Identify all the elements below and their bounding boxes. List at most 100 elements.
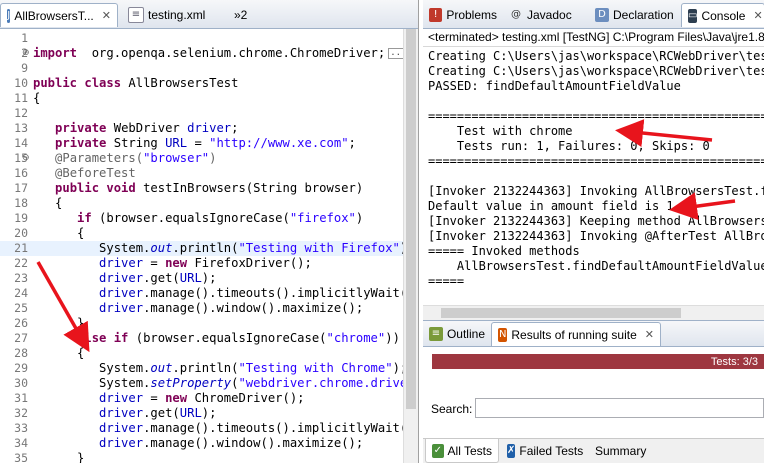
editor-vertical-scrollbar[interactable] bbox=[403, 29, 418, 463]
code-token: public class bbox=[33, 76, 122, 90]
code-line[interactable]: 27 else if (browser.equalsIgnoreCase("ch… bbox=[0, 331, 418, 346]
code-token: private bbox=[55, 136, 107, 150]
tab-testing-xml[interactable]: ≡ testing.xml bbox=[122, 3, 227, 27]
code-token: driver bbox=[99, 271, 144, 285]
code-line[interactable]: 19 if (browser.equalsIgnoreCase("firefox… bbox=[0, 211, 418, 226]
code-token: .manage().timeouts().implicitlyWait( bbox=[143, 286, 408, 300]
code-text: } bbox=[33, 451, 84, 463]
tab-problems[interactable]: ! Problems bbox=[423, 3, 503, 27]
code-line[interactable]: 34 driver.manage().window().maximize(); bbox=[0, 436, 418, 451]
code-token: "chrome" bbox=[326, 331, 386, 345]
code-token: .println( bbox=[172, 241, 239, 255]
tab-summary[interactable]: Summary bbox=[589, 439, 649, 463]
code-token: "http://www.xe.com" bbox=[209, 136, 349, 150]
declaration-icon: D bbox=[595, 8, 609, 22]
tab-console[interactable]: ▭ Console ✕ bbox=[681, 3, 764, 27]
code-line[interactable]: 15 ⊖ @Parameters("browser") bbox=[0, 151, 418, 166]
close-icon[interactable]: ✕ bbox=[753, 9, 762, 22]
scrollbar-thumb[interactable] bbox=[441, 308, 681, 318]
code-line[interactable]: 22 driver = new FirefoxDriver(); bbox=[0, 256, 418, 271]
code-text: { bbox=[33, 196, 62, 211]
line-number: 22 bbox=[14, 256, 28, 270]
code-line[interactable]: 2 ⊕ import org.openqa.selenium.chrome.Chro… bbox=[0, 46, 418, 61]
code-line[interactable]: 24 driver.manage().timeouts().implicitly… bbox=[0, 286, 418, 301]
code-text: driver.manage().timeouts().implicitlyWai… bbox=[33, 286, 407, 301]
line-number: 20 bbox=[14, 226, 28, 240]
tab-javadoc[interactable]: @ Javadoc bbox=[503, 3, 589, 27]
code-line[interactable]: 13 private WebDriver driver; bbox=[0, 121, 418, 136]
code-line[interactable]: 35 } bbox=[0, 451, 418, 463]
code-token: driver bbox=[99, 421, 144, 435]
code-line[interactable]: 10 public class AllBrowsersTest bbox=[0, 76, 418, 91]
tab-results-of-running-suite[interactable]: N Results of running suite ✕ bbox=[491, 322, 661, 346]
code-editor[interactable]: 1 2 ⊕ import org.openqa.selenium.chrome.Chr… bbox=[0, 29, 418, 463]
code-token: System. bbox=[33, 241, 151, 255]
code-token: )) bbox=[385, 331, 400, 345]
more-tabs-button[interactable]: »2 bbox=[228, 3, 258, 27]
tab-allbrowserstest[interactable]: J AllBrowsersT... ✕ bbox=[0, 3, 118, 27]
console-horizontal-scrollbar[interactable] bbox=[423, 305, 764, 320]
tab-declaration[interactable]: D Declaration bbox=[589, 3, 681, 27]
close-icon[interactable]: ✕ bbox=[645, 328, 654, 341]
code-line[interactable]: 23 driver.get(URL); bbox=[0, 271, 418, 286]
code-line[interactable]: 32 driver.get(URL); bbox=[0, 406, 418, 421]
code-token: } bbox=[33, 451, 85, 463]
code-line[interactable]: 21 System.out.println("Testing with Fire… bbox=[0, 241, 418, 256]
code-line[interactable]: 11 { bbox=[0, 91, 418, 106]
editor-pane: J AllBrowsersT... ✕ ≡ testing.xml »2 1 2 ⊕… bbox=[0, 0, 419, 463]
tab-outline[interactable]: ≡ Outline bbox=[423, 322, 491, 346]
code-line[interactable]: 20 { bbox=[0, 226, 418, 241]
code-line[interactable]: 16 @BeforeTest bbox=[0, 166, 418, 181]
code-line[interactable]: 33 driver.manage().timeouts().implicitly… bbox=[0, 421, 418, 436]
code-token: .manage().timeouts().implicitlyWait( bbox=[143, 421, 408, 435]
scrollbar-thumb[interactable] bbox=[406, 29, 416, 409]
line-number: 25 bbox=[14, 301, 28, 315]
search-input[interactable] bbox=[475, 398, 764, 418]
code-token: .manage().window().maximize(); bbox=[143, 301, 364, 315]
code-line[interactable]: 17 public void testInBrowsers(String bro… bbox=[0, 181, 418, 196]
code-token: ); bbox=[201, 271, 217, 285]
problems-icon: ! bbox=[429, 8, 443, 22]
tab-failed-tests[interactable]: ✗ Failed Tests bbox=[501, 439, 589, 463]
code-token: driver bbox=[99, 286, 144, 300]
code-token: @BeforeTest bbox=[55, 166, 136, 180]
close-icon[interactable]: ✕ bbox=[102, 9, 111, 22]
fold-toggle-icon[interactable]: ⊖ bbox=[22, 151, 30, 166]
code-text: { bbox=[33, 91, 40, 106]
code-line[interactable]: 31 driver = new ChromeDriver(); bbox=[0, 391, 418, 406]
line-number: 16 bbox=[14, 166, 28, 180]
code-line[interactable]: 18 { bbox=[0, 196, 418, 211]
code-token: System. bbox=[33, 376, 151, 390]
code-line[interactable]: 26 } bbox=[0, 316, 418, 331]
console-output[interactable]: Creating C:\Users\jas\workspace\RCWebDri… bbox=[423, 47, 764, 319]
code-line[interactable]: 28 { bbox=[0, 346, 418, 361]
line-number: 14 bbox=[14, 136, 28, 150]
code-line[interactable]: 12 bbox=[0, 106, 418, 121]
more-tabs-label: »2 bbox=[234, 8, 248, 22]
code-line[interactable]: 14 private String URL = "http://www.xe.c… bbox=[0, 136, 418, 151]
tab-label: Results of running suite bbox=[511, 327, 637, 342]
code-token: new bbox=[165, 256, 188, 270]
code-text: driver = new ChromeDriver(); bbox=[33, 391, 304, 406]
code-line[interactable]: 1 bbox=[0, 31, 418, 46]
line-number: 29 bbox=[14, 361, 28, 375]
code-token: System. bbox=[33, 361, 151, 375]
line-number: 23 bbox=[14, 271, 28, 285]
tab-label: Problems bbox=[446, 8, 497, 22]
tab-all-tests[interactable]: ✓ All Tests bbox=[425, 439, 499, 463]
code-text: System.out.println("Testing with Chrome"… bbox=[33, 361, 407, 376]
code-line[interactable]: 25 driver.manage().window().maximize(); bbox=[0, 301, 418, 316]
console-line: Creating C:\Users\jas\workspace\RCWebDri… bbox=[428, 49, 764, 63]
fold-toggle-icon[interactable]: ⊕ bbox=[22, 46, 30, 61]
code-line[interactable]: 9 bbox=[0, 61, 418, 76]
code-line[interactable]: 30 System.setProperty("webdriver.chrome.… bbox=[0, 376, 418, 391]
code-token: } bbox=[33, 316, 85, 330]
tab-label: Javadoc bbox=[527, 8, 572, 22]
code-text: } bbox=[33, 316, 84, 331]
code-text: driver.get(URL); bbox=[33, 271, 216, 286]
code-token: .get( bbox=[143, 406, 180, 420]
code-line[interactable]: 29 System.out.println("Testing with Chro… bbox=[0, 361, 418, 376]
